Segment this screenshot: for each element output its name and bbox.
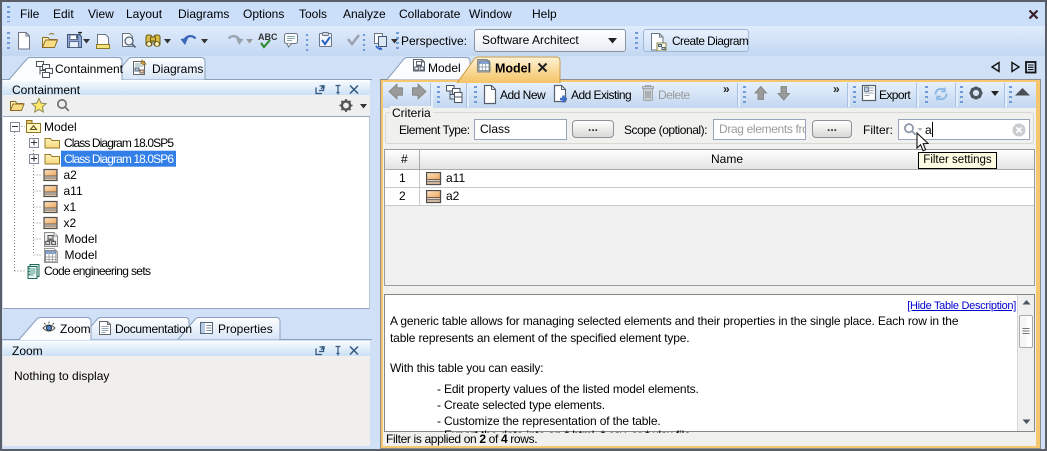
svg-text:Diagrams: Diagrams xyxy=(152,62,203,76)
svg-text:»: » xyxy=(833,82,840,96)
svg-text:Model: Model xyxy=(428,61,461,75)
svg-text:Model: Model xyxy=(65,232,98,246)
svg-text:x2: x2 xyxy=(64,216,77,230)
svg-text:Class Diagram 18.0SP6: Class Diagram 18.0SP6 xyxy=(64,152,174,166)
svg-text:ABC: ABC xyxy=(258,32,278,42)
svg-text:a11: a11 xyxy=(64,184,83,198)
svg-text:Zoom: Zoom xyxy=(60,322,91,336)
svg-text:Code engineering sets: Code engineering sets xyxy=(44,264,151,278)
svg-text:Model: Model xyxy=(65,248,98,262)
svg-text:Documentation: Documentation xyxy=(115,322,192,336)
svg-text:Properties: Properties xyxy=(218,322,273,336)
svg-text:x1: x1 xyxy=(64,200,77,214)
svg-text:a2: a2 xyxy=(64,168,78,182)
svg-text:Model: Model xyxy=(495,62,531,76)
svg-text:Class Diagram 18.0SP5: Class Diagram 18.0SP5 xyxy=(64,136,174,150)
svg-text:Model: Model xyxy=(44,120,77,134)
svg-text:Containment: Containment xyxy=(55,62,124,76)
svg-text:»: » xyxy=(723,82,730,96)
